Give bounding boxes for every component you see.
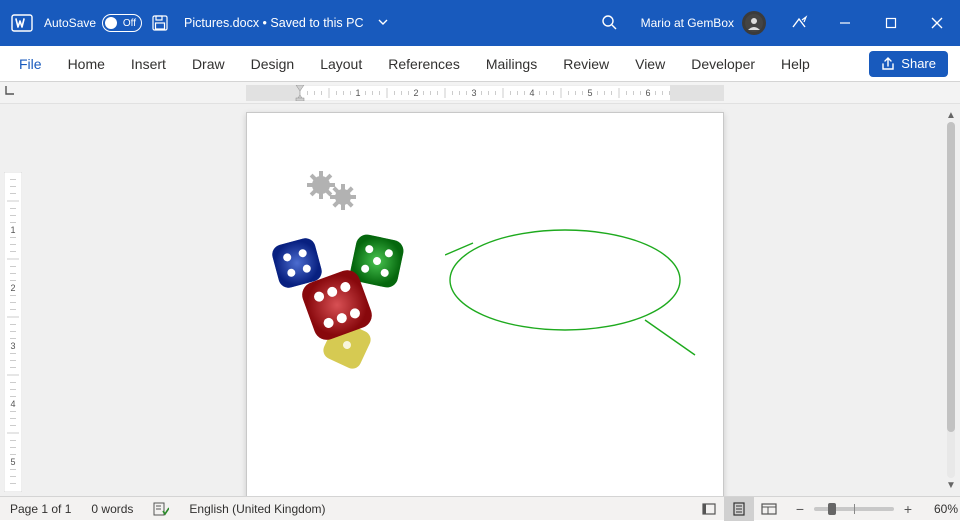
tab-layout[interactable]: Layout — [307, 46, 375, 82]
document-workspace: 1 2 3 4 5 — [0, 104, 960, 496]
svg-text:2: 2 — [10, 283, 15, 293]
document-page[interactable] — [246, 112, 724, 496]
ribbon-tabs: File Home Insert Draw Design Layout Refe… — [0, 46, 960, 82]
zoom-control: − + — [784, 501, 924, 517]
svg-text:3: 3 — [471, 88, 476, 98]
svg-text:5: 5 — [10, 457, 15, 467]
save-button[interactable] — [150, 13, 170, 33]
maximize-button[interactable] — [868, 0, 914, 46]
autosave-label: AutoSave — [44, 16, 96, 30]
horizontal-ruler[interactable]: 1 2 3 4 5 6 — [246, 85, 724, 101]
gears-image[interactable] — [305, 169, 365, 215]
svg-text:6: 6 — [645, 88, 650, 98]
zoom-in-button[interactable]: + — [900, 501, 916, 517]
vertical-ruler[interactable]: 1 2 3 4 5 — [4, 172, 22, 492]
share-icon — [881, 57, 895, 71]
zoom-percentage[interactable]: 60% — [924, 497, 960, 521]
share-button[interactable]: Share — [869, 51, 948, 77]
tab-home[interactable]: Home — [55, 46, 118, 82]
word-count[interactable]: 0 words — [81, 497, 143, 521]
document-title[interactable]: Pictures.docx • Saved to this PC — [184, 16, 363, 30]
dice-image[interactable] — [267, 223, 437, 393]
svg-text:1: 1 — [355, 88, 360, 98]
zoom-slider[interactable] — [814, 507, 894, 511]
search-button[interactable] — [587, 14, 631, 33]
oval-shape[interactable] — [445, 225, 705, 365]
word-app-icon — [8, 9, 36, 37]
chevron-down-icon[interactable] — [378, 16, 388, 30]
tab-help[interactable]: Help — [768, 46, 823, 82]
avatar — [742, 11, 766, 35]
language-indicator[interactable]: English (United Kingdom) — [179, 497, 335, 521]
user-account[interactable]: Mario at GemBox — [631, 11, 776, 35]
vertical-scrollbar[interactable]: ▲ ▼ — [944, 108, 958, 492]
focus-mode-button[interactable] — [694, 497, 724, 521]
svg-text:1: 1 — [10, 225, 15, 235]
web-layout-button[interactable] — [754, 497, 784, 521]
svg-text:5: 5 — [587, 88, 592, 98]
tab-file[interactable]: File — [6, 46, 55, 82]
share-label: Share — [901, 56, 936, 71]
scroll-up-button[interactable]: ▲ — [944, 108, 958, 122]
user-name: Mario at GemBox — [641, 16, 734, 30]
scroll-down-button[interactable]: ▼ — [944, 478, 958, 492]
ribbon-display-button[interactable] — [776, 0, 822, 46]
tab-insert[interactable]: Insert — [118, 46, 179, 82]
tab-references[interactable]: References — [375, 46, 473, 82]
autosave-state: Off — [123, 18, 136, 29]
titlebar: AutoSave Off Pictures.docx • Saved to th… — [0, 0, 960, 46]
spelling-check-button[interactable] — [143, 497, 179, 521]
tab-draw[interactable]: Draw — [179, 46, 238, 82]
page-indicator[interactable]: Page 1 of 1 — [0, 497, 81, 521]
ruler-row: 1 2 3 4 5 6 — [0, 82, 960, 104]
svg-text:4: 4 — [10, 399, 15, 409]
tab-mailings[interactable]: Mailings — [473, 46, 550, 82]
scroll-thumb[interactable] — [947, 122, 955, 432]
autosave-toggle[interactable]: AutoSave Off — [44, 14, 142, 32]
tab-design[interactable]: Design — [238, 46, 308, 82]
close-button[interactable] — [914, 0, 960, 46]
zoom-out-button[interactable]: − — [792, 501, 808, 517]
svg-text:2: 2 — [413, 88, 418, 98]
tab-selector[interactable] — [0, 82, 26, 104]
minimize-button[interactable] — [822, 0, 868, 46]
tab-view[interactable]: View — [622, 46, 678, 82]
statusbar: Page 1 of 1 0 words English (United King… — [0, 496, 960, 520]
tab-review[interactable]: Review — [550, 46, 622, 82]
svg-text:3: 3 — [10, 341, 15, 351]
tab-developer[interactable]: Developer — [678, 46, 768, 82]
svg-text:4: 4 — [529, 88, 534, 98]
print-layout-button[interactable] — [724, 497, 754, 521]
